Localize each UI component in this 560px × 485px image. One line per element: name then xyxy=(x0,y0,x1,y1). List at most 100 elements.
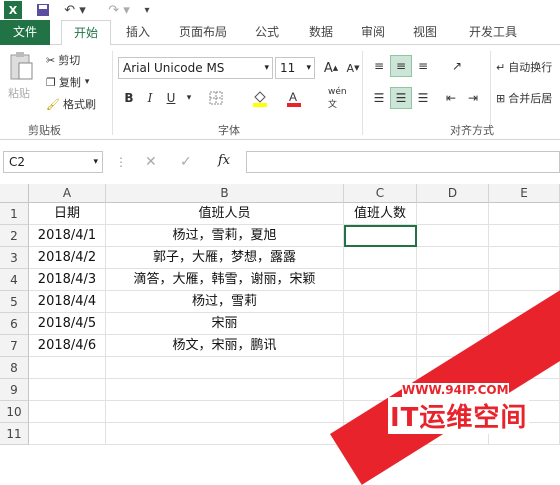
font-name-select[interactable]: Arial Unicode MS ▾ xyxy=(118,57,273,79)
cell-d4[interactable] xyxy=(417,269,489,291)
increase-indent-icon[interactable]: ⇥ xyxy=(462,87,484,109)
row-header-5[interactable]: 5 xyxy=(0,291,29,313)
orientation-icon[interactable]: ↗ xyxy=(446,55,468,77)
font-size-select[interactable]: 11 ▾ xyxy=(275,57,315,79)
italic-button[interactable]: I xyxy=(139,87,161,109)
chevron-down-icon[interactable]: ▾ xyxy=(178,87,200,109)
formula-input[interactable] xyxy=(246,151,560,173)
cell-e1[interactable] xyxy=(489,203,560,225)
cell-a8[interactable] xyxy=(29,357,106,379)
row-header-2[interactable]: 2 xyxy=(0,225,29,247)
cell-d6[interactable] xyxy=(417,313,489,335)
tab-insert[interactable]: 插入 xyxy=(118,20,158,45)
tab-developer[interactable]: 开发工具 xyxy=(460,20,526,45)
cell-b11[interactable] xyxy=(106,423,344,445)
cell-c2[interactable] xyxy=(344,225,417,247)
row-header-3[interactable]: 3 xyxy=(0,247,29,269)
decrease-indent-icon[interactable]: ⇤ xyxy=(440,87,462,109)
format-painter-button[interactable]: 🖌 格式刷 xyxy=(46,95,96,113)
insert-function-icon[interactable]: fx xyxy=(218,153,230,168)
cell-c4[interactable] xyxy=(344,269,417,291)
column-header-a[interactable]: A xyxy=(29,184,106,203)
column-header-d[interactable]: D xyxy=(417,184,489,203)
align-center-icon[interactable]: ☰ xyxy=(390,87,412,109)
row-header-9[interactable]: 9 xyxy=(0,379,29,401)
cell-d5[interactable] xyxy=(417,291,489,313)
increase-font-icon[interactable]: A ▲ xyxy=(320,57,342,79)
cell-c1[interactable]: 值班人数 xyxy=(344,203,417,225)
cell-a3[interactable]: 2018/4/2 xyxy=(29,247,106,269)
cell-a9[interactable] xyxy=(29,379,106,401)
row-header-1[interactable]: 1 xyxy=(0,203,29,225)
cell-b3[interactable]: 郭子，大雁，梦想，露露 xyxy=(106,247,344,269)
cell-e3[interactable] xyxy=(489,247,560,269)
cell-b8[interactable] xyxy=(106,357,344,379)
redo-icon[interactable]: ↷ ▾ xyxy=(104,1,134,19)
align-middle-icon[interactable]: ≡ xyxy=(390,55,412,77)
row-header-10[interactable]: 10 xyxy=(0,401,29,423)
cell-d2[interactable] xyxy=(417,225,489,247)
cell-a7[interactable]: 2018/4/6 xyxy=(29,335,106,357)
cell-c3[interactable] xyxy=(344,247,417,269)
cell-c7[interactable] xyxy=(344,335,417,357)
cell-b7[interactable]: 杨文，宋丽，鹏讯 xyxy=(106,335,344,357)
decrease-font-icon[interactable]: A ▼ xyxy=(342,57,364,79)
cell-e2[interactable] xyxy=(489,225,560,247)
enter-icon[interactable]: ✓ xyxy=(180,154,192,170)
undo-icon[interactable]: ↶ ▾ xyxy=(60,1,90,19)
align-left-icon[interactable]: ☰ xyxy=(368,87,390,109)
cell-a10[interactable] xyxy=(29,401,106,423)
save-icon[interactable] xyxy=(34,1,52,19)
row-header-7[interactable]: 7 xyxy=(0,335,29,357)
align-right-icon[interactable]: ☰ xyxy=(412,87,434,109)
tab-review[interactable]: 审阅 xyxy=(352,20,394,45)
name-box[interactable]: C2 ▾ xyxy=(3,151,103,173)
column-header-b[interactable]: B xyxy=(106,184,344,203)
cell-a5[interactable]: 2018/4/4 xyxy=(29,291,106,313)
cell-b6[interactable]: 宋丽 xyxy=(106,313,344,335)
cell-d3[interactable] xyxy=(417,247,489,269)
cell-c5[interactable] xyxy=(344,291,417,313)
cell-a2[interactable]: 2018/4/1 xyxy=(29,225,106,247)
cell-d1[interactable] xyxy=(417,203,489,225)
cell-a6[interactable]: 2018/4/5 xyxy=(29,313,106,335)
column-header-e[interactable]: E xyxy=(489,184,560,203)
fill-color-icon[interactable] xyxy=(249,87,271,109)
cell-a4[interactable]: 2018/4/3 xyxy=(29,269,106,291)
row-header-11[interactable]: 11 xyxy=(0,423,29,445)
bold-button[interactable]: B xyxy=(118,87,140,109)
cell-b5[interactable]: 杨过，雪莉 xyxy=(106,291,344,313)
customize-icon[interactable]: ▾ xyxy=(140,1,154,19)
column-header-c[interactable]: C xyxy=(344,184,417,203)
copy-button[interactable]: ❐ 复制 ▾ xyxy=(46,73,89,91)
cell-b4[interactable]: 滴答，大雁，韩雪，谢丽，宋颖 xyxy=(106,269,344,291)
cut-button[interactable]: ✂ 剪切 xyxy=(46,51,80,69)
align-top-icon[interactable]: ≡ xyxy=(368,55,390,77)
row-header-8[interactable]: 8 xyxy=(0,357,29,379)
cell-a1[interactable]: 日期 xyxy=(29,203,106,225)
select-all-corner[interactable] xyxy=(0,184,29,203)
cell-a11[interactable] xyxy=(29,423,106,445)
cancel-icon[interactable]: ✕ xyxy=(145,154,157,170)
row-header-6[interactable]: 6 xyxy=(0,313,29,335)
cell-c6[interactable] xyxy=(344,313,417,335)
tab-file[interactable]: 文件 xyxy=(0,20,50,45)
cell-b10[interactable] xyxy=(106,401,344,423)
tab-view[interactable]: 视图 xyxy=(404,20,446,45)
cell-b9[interactable] xyxy=(106,379,344,401)
merge-center-button[interactable]: ⊞ 合并后居 xyxy=(496,89,552,107)
tab-home[interactable]: 开始 xyxy=(61,20,111,46)
tab-data[interactable]: 数据 xyxy=(300,20,342,45)
cell-b1[interactable]: 值班人员 xyxy=(106,203,344,225)
phonetic-icon[interactable]: wén 文 xyxy=(328,87,358,110)
borders-icon[interactable] xyxy=(205,87,227,109)
cell-b2[interactable]: 杨过，雪莉，夏旭 xyxy=(106,225,344,247)
tab-page-layout[interactable]: 页面布局 xyxy=(170,20,236,45)
align-bottom-icon[interactable]: ≡ xyxy=(412,55,434,77)
tab-formulas[interactable]: 公式 xyxy=(246,20,288,45)
cell-e4[interactable] xyxy=(489,269,560,291)
font-color-icon[interactable]: A xyxy=(283,87,305,109)
row-header-4[interactable]: 4 xyxy=(0,269,29,291)
wrap-text-button[interactable]: ↵ 自动换行 xyxy=(496,58,552,76)
cell-c8[interactable] xyxy=(344,357,417,379)
